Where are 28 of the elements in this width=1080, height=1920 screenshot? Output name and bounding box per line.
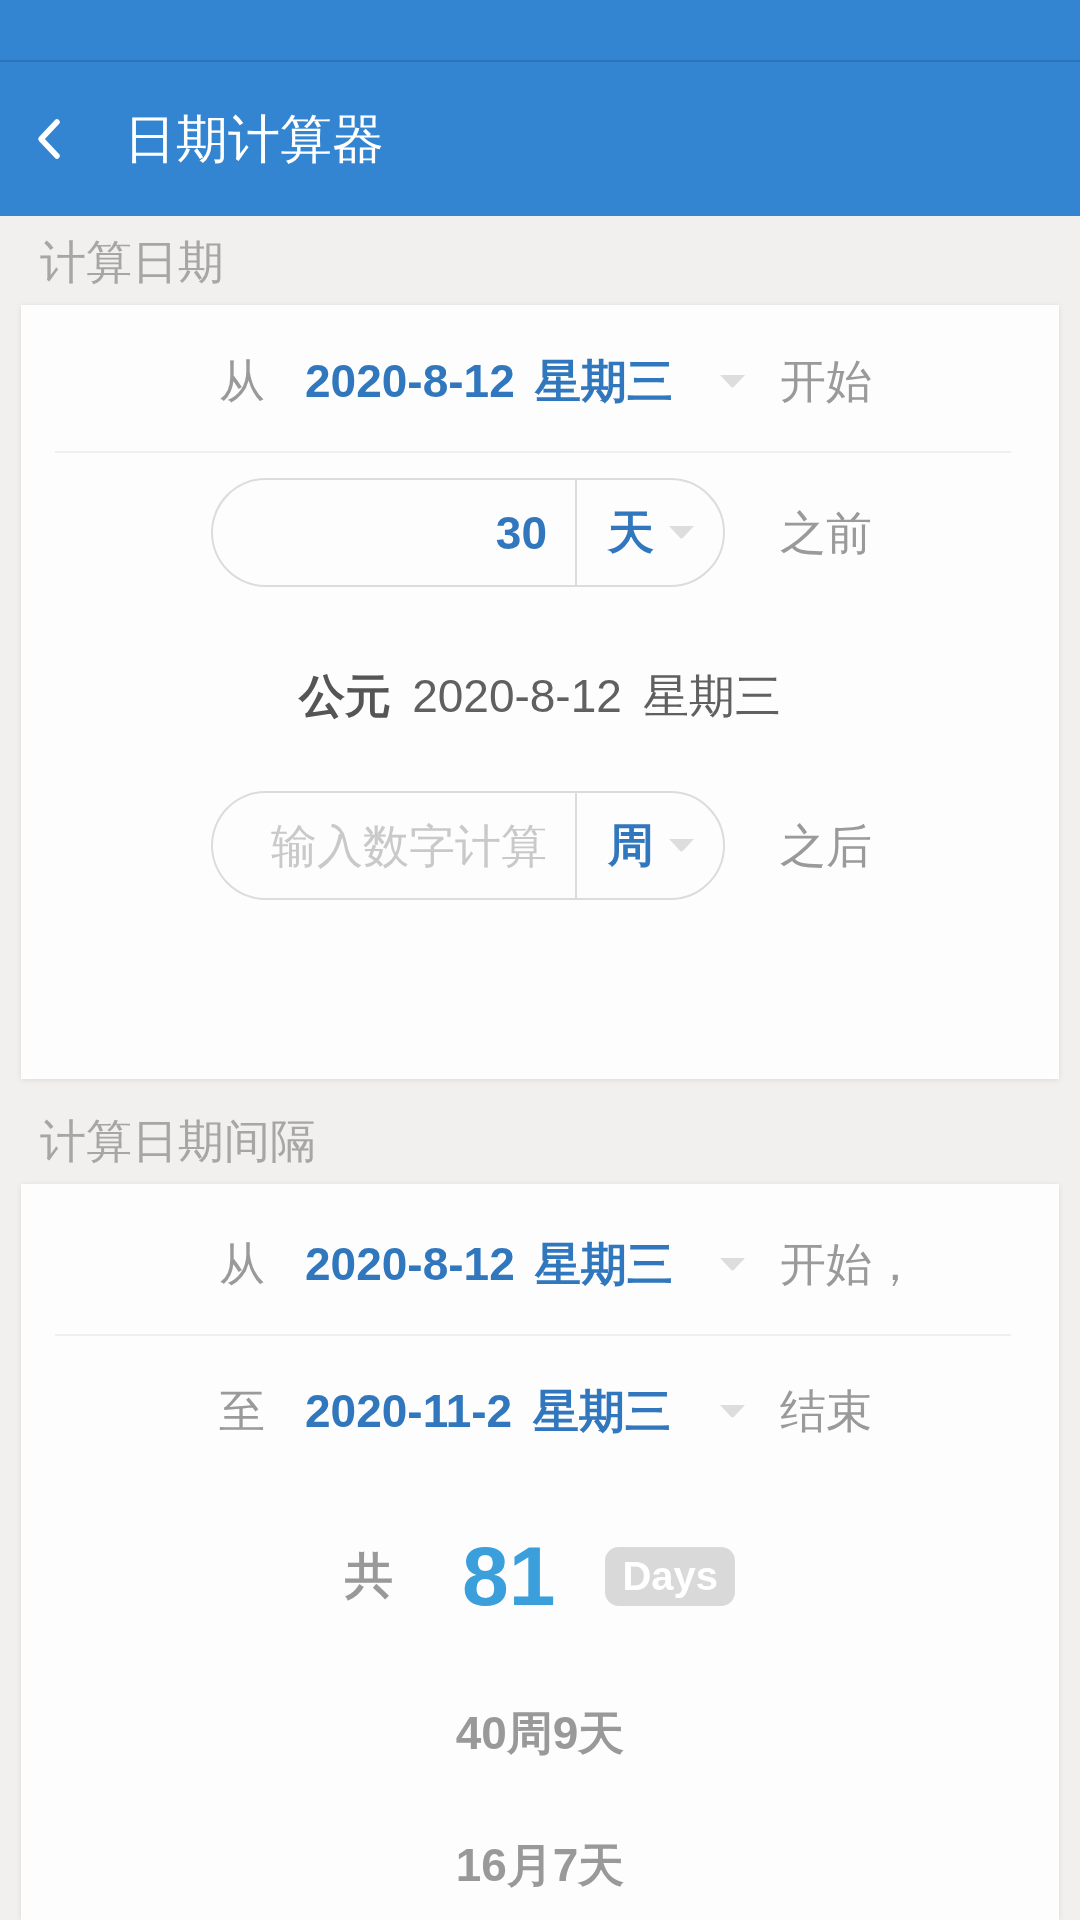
caret-icon <box>669 839 694 852</box>
number-input[interactable]: 30 <box>211 478 575 587</box>
result-date: 公元 2020-8-12 星期三 <box>299 669 781 724</box>
caret-icon <box>720 374 745 388</box>
total-label: 共 <box>344 1548 393 1604</box>
duration-text: 16月7天 <box>455 1838 625 1893</box>
duration-text: 40周9天 <box>455 1706 625 1761</box>
caret-icon <box>720 1257 745 1271</box>
unit-dropdown[interactable]: 天 <box>575 478 725 587</box>
suffix-label: 之前 <box>780 505 872 561</box>
suffix-label: 之后 <box>780 818 872 874</box>
date-picker[interactable]: 2020-11-2 星期三 <box>305 1383 745 1439</box>
unit-dropdown[interactable]: 周 <box>575 791 725 900</box>
caret-icon <box>669 526 694 539</box>
prefix-label: 至 <box>219 1384 265 1439</box>
prefix-label: 从 <box>219 1237 265 1292</box>
suffix-label: 开始 <box>780 354 872 409</box>
chevron-left-icon <box>36 118 62 160</box>
prefix-label: 从 <box>219 354 265 409</box>
page-title: 日期计算器 <box>124 109 384 169</box>
suffix-label: 结束 <box>780 1384 872 1439</box>
section-header: 计算日期 <box>39 235 225 290</box>
section-header: 计算日期间隔 <box>39 1114 317 1169</box>
caret-icon <box>720 1404 745 1418</box>
total-days: 81 <box>461 1528 556 1624</box>
suffix-label: 开始， <box>780 1237 918 1292</box>
date-picker[interactable]: 2020-8-12 星期三 <box>305 353 745 409</box>
date-picker[interactable]: 2020-8-12 星期三 <box>305 1236 745 1292</box>
